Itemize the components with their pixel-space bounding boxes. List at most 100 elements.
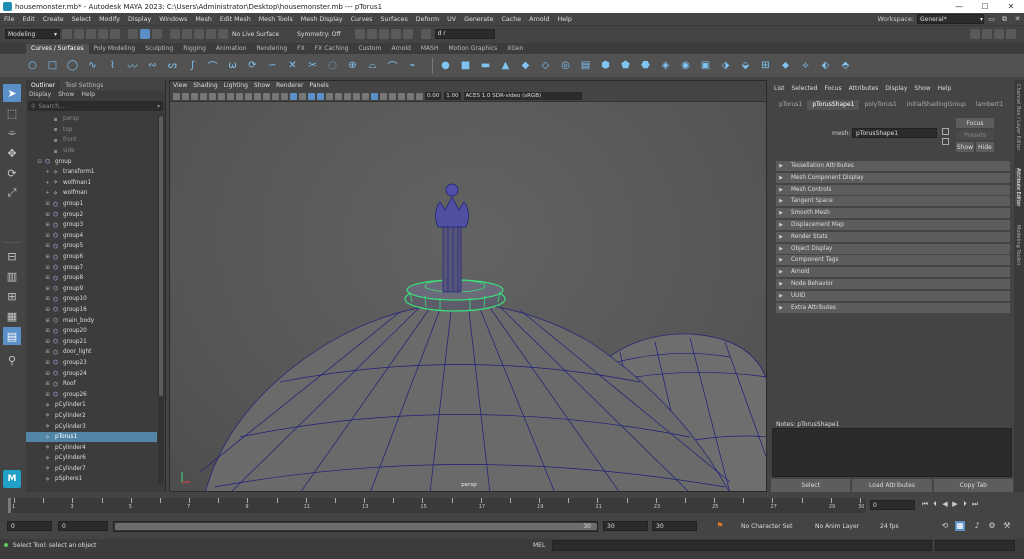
shelf-tab-fx[interactable]: FX: [292, 44, 310, 54]
shelf-tab-poly-modeling[interactable]: Poly Modeling: [89, 44, 141, 54]
ae-section-header[interactable]: ▶ Component Tags: [776, 255, 1010, 266]
intersect-icon[interactable]: ⬙: [739, 59, 752, 72]
ae-section-header[interactable]: ▶ Tessellation Attributes: [776, 161, 1010, 171]
menu-edit-mesh[interactable]: Edit Mesh: [216, 16, 255, 23]
xray-active-icon[interactable]: [398, 92, 405, 100]
attach-curve-icon[interactable]: ω: [226, 59, 239, 72]
play-backward-icon[interactable]: ◀: [940, 500, 950, 509]
show-button[interactable]: Show: [956, 142, 974, 152]
torus-icon[interactable]: ◇: [539, 59, 552, 72]
outliner-row[interactable]: ⊞ ⌬ group5: [26, 241, 157, 252]
outliner-row[interactable]: ⊞ ⌬ group23: [26, 358, 157, 369]
cube-icon[interactable]: ■: [459, 59, 472, 72]
menu-generate[interactable]: Generate: [460, 16, 497, 23]
outliner-row[interactable]: ⊞ ⌬ group26: [26, 389, 157, 400]
outliner-row[interactable]: ⊞ ⌬ group1: [26, 199, 157, 210]
curve-fillet-icon[interactable]: ◌: [326, 59, 339, 72]
outliner-row[interactable]: ⊞ ⌬ group7: [26, 262, 157, 273]
ae-menu-help[interactable]: Help: [938, 85, 952, 92]
expand-toggle-icon[interactable]: ⊞: [44, 360, 51, 366]
ae-section-header[interactable]: ▶ Smooth Mesh: [776, 208, 1010, 219]
outliner-row[interactable]: ⊞ ⌬ group20: [26, 326, 157, 337]
persp-outliner-layout-icon[interactable]: ▤: [3, 327, 21, 345]
shelf-tab-arnold[interactable]: Arnold: [386, 44, 415, 54]
menu-modify[interactable]: Modify: [95, 16, 124, 23]
ae-menu-show[interactable]: Show: [914, 85, 930, 92]
minimize-button[interactable]: —: [946, 0, 972, 13]
history-icon[interactable]: [354, 29, 365, 39]
expand-toggle-icon[interactable]: ⊞: [44, 328, 51, 334]
copy-tab-button[interactable]: Copy Tab: [933, 479, 1013, 492]
shelf-tab-curves-surfaces[interactable]: Curves / Surfaces: [26, 44, 89, 54]
mel-input[interactable]: [552, 540, 932, 551]
shelf-tab-xgen[interactable]: XGen: [502, 44, 528, 54]
current-frame-field[interactable]: 0: [870, 500, 915, 510]
settings-icon[interactable]: ⚙: [987, 521, 997, 531]
outliner-row[interactable]: ⊞ ⌬ group2: [26, 209, 157, 220]
ae-section-header[interactable]: ▶ Object Display: [776, 243, 1010, 254]
attribute-editor-icon[interactable]: [982, 29, 992, 39]
untrim-icon[interactable]: ⬥: [779, 59, 792, 72]
loop-icon[interactable]: ⟲: [940, 521, 950, 531]
workspace-dropdown[interactable]: General* ▾: [917, 14, 984, 24]
shelf-tab-rendering[interactable]: Rendering: [252, 44, 293, 54]
expand-toggle-icon[interactable]: ⊞: [44, 296, 51, 302]
outliner-menu-help[interactable]: Help: [81, 91, 95, 100]
outliner-row[interactable]: ▪ side: [26, 146, 157, 157]
ae-tab-initialshadinggroup[interactable]: initialShadingGroup: [902, 100, 971, 110]
rotate-tool-icon[interactable]: ⟳: [3, 164, 21, 182]
expand-toggle-icon[interactable]: ⊞: [44, 381, 51, 387]
expand-toggle-icon[interactable]: ⊞: [44, 339, 51, 345]
field-chart-icon[interactable]: [263, 92, 270, 100]
select-component-icon[interactable]: [152, 29, 162, 39]
smooth-shade-icon[interactable]: [299, 92, 306, 100]
symmetry-dropdown[interactable]: Symmetry: Off: [297, 31, 340, 38]
viewport-scene[interactable]: persp: [170, 102, 766, 491]
shelf-tab-mash[interactable]: MASH: [416, 44, 444, 54]
safe-title-icon[interactable]: [281, 92, 288, 100]
outliner-row[interactable]: ✧ pCylinder4: [26, 442, 157, 453]
ae-section-header[interactable]: ▶ UUID: [776, 290, 1010, 301]
fps-dropdown[interactable]: 24 fps: [880, 523, 899, 530]
channel-box-icon[interactable]: [1006, 29, 1016, 39]
float-icon[interactable]: ⧉: [998, 13, 1011, 26]
grid-icon[interactable]: [227, 92, 234, 100]
loft-icon[interactable]: ⌒: [386, 59, 399, 73]
shelf-tab-motion-graphics[interactable]: Motion Graphics: [443, 44, 502, 54]
menu-surfaces[interactable]: Surfaces: [376, 16, 411, 23]
go-to-end-icon[interactable]: ⏭: [970, 500, 980, 509]
time-slider-track[interactable]: 1 3 5 7 9 11 13 15 17 19 21 23 25 27 29 30: [8, 498, 866, 513]
notes-field[interactable]: [772, 428, 1012, 477]
outliner-row[interactable]: ⊟ ⌬ group: [26, 156, 157, 167]
outliner-row[interactable]: ✧ pSphere1: [26, 474, 157, 484]
new-scene-icon[interactable]: [62, 29, 72, 39]
lights-icon[interactable]: [326, 92, 333, 100]
save-scene-icon[interactable]: [86, 29, 96, 39]
square-surface-icon[interactable]: ◉: [679, 59, 692, 72]
wireframe-on-shaded-icon[interactable]: [308, 92, 315, 100]
expand-toggle-icon[interactable]: ⊞: [44, 275, 51, 281]
exposure-field[interactable]: 0.00: [425, 92, 442, 100]
audio-icon[interactable]: ♪: [972, 521, 982, 531]
hypershade-icon[interactable]: [402, 29, 413, 39]
bookmarks-icon[interactable]: [191, 92, 198, 100]
nurbs-sphere-icon[interactable]: ◯: [66, 59, 79, 72]
maya-logo[interactable]: M: [3, 470, 21, 488]
scrollbar-thumb[interactable]: [159, 116, 163, 396]
revolve-icon[interactable]: ⬢: [599, 59, 612, 72]
ipr-icon[interactable]: [378, 29, 389, 39]
shelf-tab-fx-caching[interactable]: FX Caching: [310, 44, 354, 54]
side-tab-attribute-editor[interactable]: Attribute Editor: [1015, 168, 1021, 207]
mesh-name-field[interactable]: pTorusShape1: [852, 128, 937, 138]
bevel-icon[interactable]: ▣: [699, 59, 712, 72]
boundary-icon[interactable]: ◈: [659, 59, 672, 72]
outliner-row[interactable]: ✧ pCylinder6: [26, 453, 157, 464]
isolate-icon[interactable]: [380, 92, 387, 100]
select-tool-icon[interactable]: ➤: [3, 84, 21, 102]
shadows-icon[interactable]: [335, 92, 342, 100]
ae-tab-polytorus1[interactable]: polyTorus1: [859, 100, 901, 110]
input-connection-icon[interactable]: [942, 128, 949, 135]
plane-icon[interactable]: ◆: [519, 59, 532, 72]
expand-toggle-icon[interactable]: ⊞: [44, 254, 51, 260]
ae-menu-focus[interactable]: Focus: [825, 85, 842, 92]
